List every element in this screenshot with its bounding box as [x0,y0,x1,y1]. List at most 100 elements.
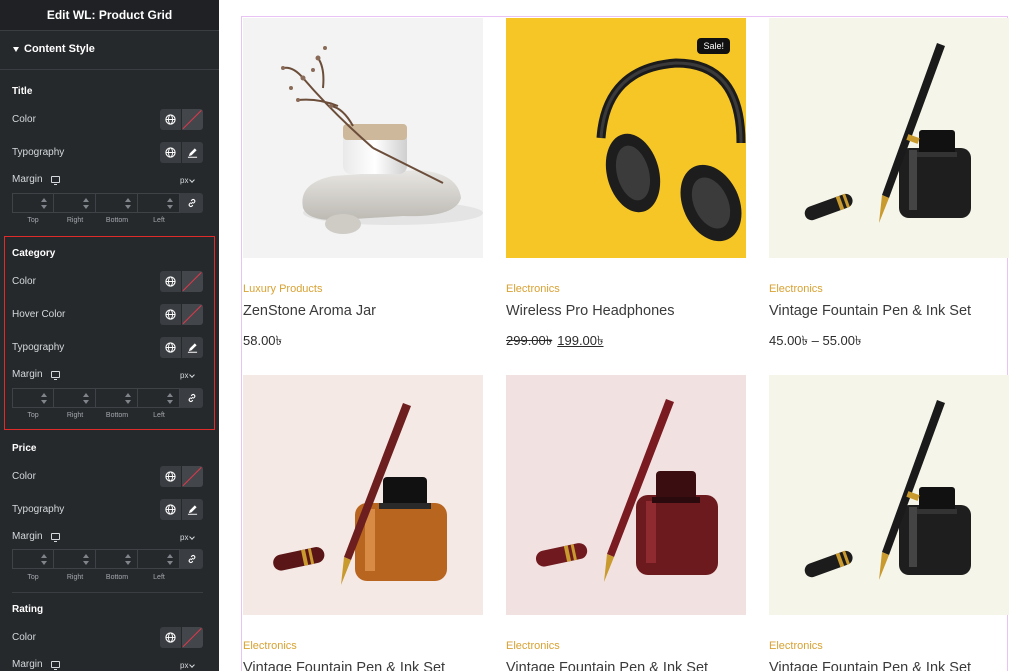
content-style-section-toggle[interactable]: Content Style [13,43,95,55]
product-image[interactable] [769,18,1009,258]
link-values-button[interactable] [180,193,203,213]
product-price: 45.00৳ – 55.00৳ [769,333,862,348]
rating-color-label: Color [12,632,36,643]
product-title[interactable]: Vintage Fountain Pen & Ink Set [506,660,708,671]
unit-selector[interactable]: px [180,533,196,542]
product-image[interactable] [243,375,483,615]
spinner-icon[interactable] [167,198,173,209]
title-margin-label: Margin [12,174,60,185]
color-picker-button[interactable] [182,109,203,130]
title-typography-controls [160,142,203,163]
title-typography-label: Typography [12,147,65,158]
product-card[interactable]: Electronics Vintage Fountain Pen & Ink S… [769,18,1009,348]
product-category[interactable]: Electronics [769,283,823,295]
product-title[interactable]: Vintage Fountain Pen & Ink Set [769,660,971,671]
margin-left-input[interactable] [138,193,180,213]
product-card[interactable]: Sale! Electronics Wireless Pro Headphone… [506,18,746,348]
chevron-down-icon [189,661,196,668]
panel-header: Edit WL: Product Grid [0,0,219,31]
margin-dimension-labels: Top Right Bottom Left [27,574,165,581]
margin-right-input[interactable] [54,193,96,213]
edit-typography-button[interactable] [182,142,203,163]
pen-ink-image [535,399,718,582]
pen-ink-image [804,43,971,223]
product-title[interactable]: ZenStone Aroma Jar [243,303,376,319]
price-color-controls [160,466,203,487]
product-price: 299.00৳ 199.00৳ [506,332,604,353]
divider [0,69,219,70]
preview-canvas: Luxury Products ZenStone Aroma Jar 58.00… [219,0,1024,671]
sale-price: 199.00৳ [557,333,604,348]
rating-margin-label: Margin [12,659,60,670]
price-typography-controls [160,499,203,520]
product-category[interactable]: Electronics [506,283,560,295]
globe-icon [165,147,176,158]
desktop-icon[interactable] [50,661,60,670]
margin-bottom-input[interactable] [96,193,138,213]
unit-selector[interactable]: px [180,176,196,185]
pencil-icon [187,505,198,515]
spinner-icon[interactable] [41,198,47,209]
globe-icon [165,632,176,643]
product-image[interactable] [769,375,1009,615]
pen-ink-image [804,400,971,580]
global-settings-button[interactable] [160,627,181,648]
category-highlight-box [4,236,215,430]
product-card[interactable]: Electronics Vintage Fountain Pen & Ink S… [243,375,483,671]
product-card[interactable]: Luxury Products ZenStone Aroma Jar 58.00… [243,18,483,348]
spinner-icon[interactable] [125,554,131,565]
section-title: Content Style [24,43,95,55]
chevron-down-icon [189,176,196,183]
product-category[interactable]: Electronics [769,640,823,652]
margin-right-input[interactable] [54,549,96,569]
title-margin-inputs [12,193,203,213]
caret-down-icon [13,46,19,52]
product-card[interactable]: Electronics Vintage Fountain Pen & Ink S… [769,375,1009,671]
margin-top-input[interactable] [12,549,54,569]
price-margin-label: Margin [12,531,60,542]
product-image[interactable]: Sale! [506,18,746,258]
color-picker-button[interactable] [182,466,203,487]
margin-left-input[interactable] [138,549,180,569]
product-title[interactable]: Wireless Pro Headphones [506,303,674,319]
margin-bottom-input[interactable] [96,549,138,569]
product-title[interactable]: Vintage Fountain Pen & Ink Set [243,660,445,671]
spinner-icon[interactable] [41,554,47,565]
panel-title: Edit WL: Product Grid [46,8,173,22]
group-heading-rating: Rating [12,604,44,615]
unit-selector[interactable]: px [180,661,196,670]
spinner-icon[interactable] [83,554,89,565]
margin-dimension-labels: Top Right Bottom Left [27,217,165,224]
link-icon [188,554,195,564]
product-card[interactable]: Electronics Vintage Fountain Pen & Ink S… [506,375,746,671]
edit-typography-button[interactable] [182,499,203,520]
globe-icon [165,114,176,125]
global-settings-button[interactable] [160,499,181,520]
global-settings-button[interactable] [160,466,181,487]
chevron-down-icon [189,533,196,540]
link-values-button[interactable] [180,549,203,569]
group-heading-title: Title [12,86,33,97]
global-settings-button[interactable] [160,142,181,163]
product-category[interactable]: Electronics [243,640,297,652]
product-category[interactable]: Electronics [506,640,560,652]
margin-top-input[interactable] [12,193,54,213]
sale-badge: Sale! [697,38,730,54]
headphones-image [596,58,746,242]
product-category[interactable]: Luxury Products [243,283,322,295]
link-icon [188,198,195,208]
spinner-icon[interactable] [125,198,131,209]
title-color-controls [160,109,203,130]
globe-icon [165,471,176,482]
global-settings-button[interactable] [160,109,181,130]
price-margin-inputs [12,549,203,569]
spinner-icon[interactable] [83,198,89,209]
product-image[interactable] [506,375,746,615]
color-picker-button[interactable] [182,627,203,648]
spinner-icon[interactable] [167,554,173,565]
desktop-icon[interactable] [50,533,60,542]
product-price: 58.00৳ [243,333,283,348]
product-image[interactable] [243,18,483,258]
desktop-icon[interactable] [50,176,60,185]
product-title[interactable]: Vintage Fountain Pen & Ink Set [769,303,971,319]
